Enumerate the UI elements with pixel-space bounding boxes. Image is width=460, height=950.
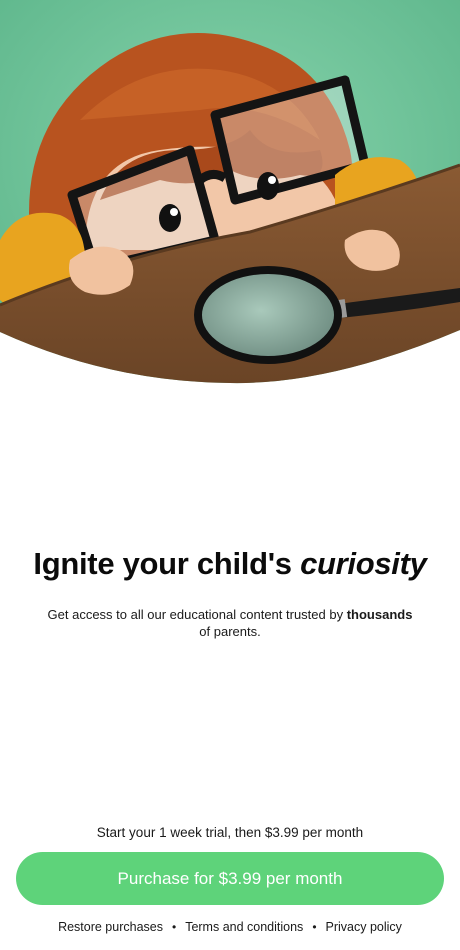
right-eye [257, 172, 279, 200]
purchase-button[interactable]: Purchase for $3.99 per month [16, 852, 444, 905]
headline: Ignite your child's curiosity [0, 546, 460, 582]
headline-emphasis: curiosity [300, 546, 427, 581]
terms-link[interactable]: Terms and conditions [185, 920, 303, 934]
restore-purchases-link[interactable]: Restore purchases [58, 920, 163, 934]
separator-dot: • [171, 920, 177, 934]
hero-illustration [0, 0, 460, 385]
trial-info: Start your 1 week trial, then $3.99 per … [96, 825, 364, 840]
subtitle-text-before: Get access to all our educational conten… [47, 607, 344, 622]
left-eye [159, 204, 181, 232]
subtitle-bold: thousands [346, 607, 413, 622]
privacy-link[interactable]: Privacy policy [326, 920, 402, 934]
separator-dot: • [312, 920, 317, 934]
purchase-button-label: Purchase for $3.99 per month [117, 868, 343, 888]
subtitle: Get access to all our educational conten… [40, 606, 420, 640]
footer-links: Restore purchases • Terms and conditions… [0, 920, 460, 934]
headline-main: Ignite your child's [33, 546, 292, 581]
subtitle-text-after: of parents. [199, 624, 261, 639]
